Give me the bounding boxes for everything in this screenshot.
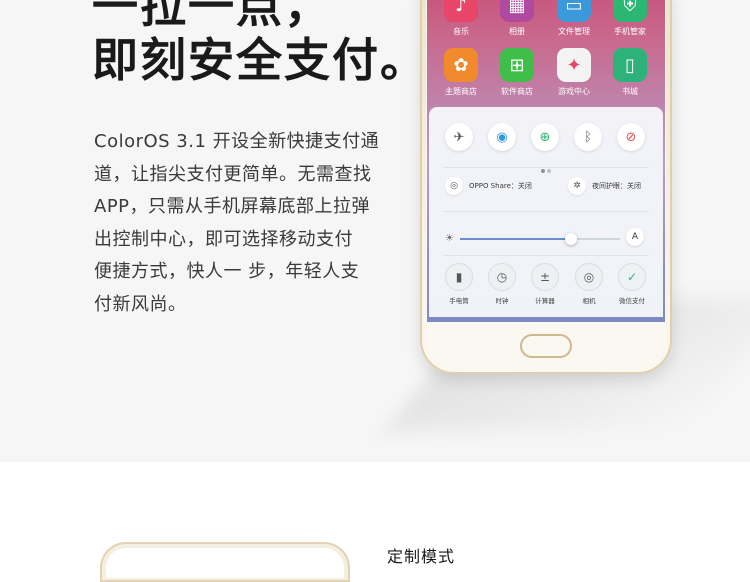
gallery-icon: ▦ xyxy=(500,0,534,22)
game-center-icon: ✦ xyxy=(557,48,591,82)
divider xyxy=(443,167,649,168)
oppo-share-toggle[interactable]: ◎ OPPO Share：关闭 xyxy=(445,177,532,195)
description-line: 道，让指尖支付更简单。无需查找 xyxy=(94,163,372,185)
description-line: 出控制中心，即可选择移动支付 xyxy=(94,228,353,250)
brightness-fill xyxy=(460,238,571,240)
music-icon: ♪ xyxy=(444,0,478,22)
network-icon[interactable]: ⊕ xyxy=(531,123,559,151)
calculator-icon: ± xyxy=(531,263,559,291)
shortcut-wechat-pay[interactable]: ✓ 微信支付 xyxy=(610,263,654,305)
headline-line-1: 一拉一点， xyxy=(92,0,332,33)
camera-icon: ◎ xyxy=(575,263,603,291)
clock-icon: ◷ xyxy=(488,263,516,291)
folder-icon: ▭ xyxy=(557,0,591,22)
control-center: ✈ ◉ ⊕ ᛒ ⊘ ◎ OPPO Share：关闭 ✲ 夜间护眼：关闭 ☀ A … xyxy=(429,107,663,317)
next-section-title: 定制模式 xyxy=(387,547,456,566)
feature-description: ColorOS 3.1 开设全新快捷支付通 道，让指尖支付更简单。无需查找 AP… xyxy=(94,126,394,321)
headline-line-2: 即刻安全支付。 xyxy=(92,33,428,87)
next-phone-screen xyxy=(106,548,344,578)
share-icon: ◎ xyxy=(445,177,463,195)
wifi-icon[interactable]: ◉ xyxy=(488,123,516,151)
brightness-icon: ☀ xyxy=(445,233,454,244)
shortcut-clock[interactable]: ◷ 时钟 xyxy=(480,263,524,305)
app-store-icon: ⊞ xyxy=(500,48,534,82)
app-software-store[interactable]: ⊞ 软件商店 xyxy=(489,48,545,97)
airplane-icon[interactable]: ✈ xyxy=(445,123,473,151)
brightness-thumb[interactable] xyxy=(565,233,577,245)
description-line: 便捷方式，快人一 步，年轻人支 xyxy=(94,261,360,282)
description-line: ColorOS 3.1 开设全新快捷支付通 xyxy=(94,131,380,152)
app-theme-store[interactable]: ✿ 主题商店 xyxy=(433,48,489,97)
app-music[interactable]: ♪ 音乐 xyxy=(433,0,489,37)
brightness-slider[interactable] xyxy=(460,233,620,245)
description-line: 付新风尚。 xyxy=(94,293,187,315)
app-file-manager[interactable]: ▭ 文件管理 xyxy=(546,0,602,37)
shortcut-flashlight[interactable]: ▮ 手电筒 xyxy=(437,263,481,305)
app-gallery[interactable]: ▦ 相册 xyxy=(489,0,545,37)
shortcut-camera[interactable]: ◎ 相机 xyxy=(567,263,611,305)
flashlight-icon: ▮ xyxy=(445,263,473,291)
rotation-lock-icon[interactable]: ⊘ xyxy=(617,123,645,151)
wechat-pay-icon: ✓ xyxy=(618,263,646,291)
app-book-city[interactable]: ▯ 书城 xyxy=(602,48,658,97)
night-mode-label: 夜间护眼：关闭 xyxy=(592,182,641,190)
bluetooth-icon[interactable]: ᛒ xyxy=(574,123,602,151)
palette-icon: ✿ xyxy=(444,48,478,82)
book-icon: ▯ xyxy=(613,48,647,82)
eye-icon: ✲ xyxy=(568,177,586,195)
app-game-center[interactable]: ✦ 游戏中心 xyxy=(546,48,602,97)
oppo-share-label: OPPO Share：关闭 xyxy=(469,182,532,190)
night-mode-toggle[interactable]: ✲ 夜间护眼：关闭 xyxy=(568,177,641,195)
feature-section: 一拉一点， 即刻安全支付。 ColorOS 3.1 开设全新快捷支付通 道，让指… xyxy=(0,0,750,462)
divider xyxy=(443,211,649,212)
divider xyxy=(443,255,649,256)
shield-icon: ⛨ xyxy=(613,0,647,22)
home-button[interactable] xyxy=(520,334,572,358)
auto-brightness-button[interactable]: A xyxy=(626,228,644,246)
app-phone-manager[interactable]: ⛨ 手机管家 xyxy=(602,0,658,37)
description-line: APP，只需从手机屏幕底部上拉弹 xyxy=(94,196,371,217)
shortcut-calculator[interactable]: ± 计算器 xyxy=(523,263,567,305)
